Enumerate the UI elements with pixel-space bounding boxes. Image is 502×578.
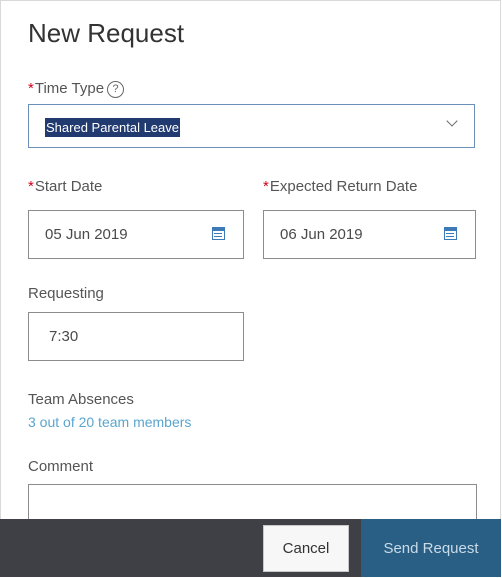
start-date-value: 05 Jun 2019 xyxy=(45,226,128,243)
chevron-down-icon xyxy=(446,115,458,127)
return-date-field[interactable]: 06 Jun 2019 xyxy=(263,210,476,259)
return-date-label: *Expected Return Date xyxy=(263,178,417,195)
start-date-field[interactable]: 05 Jun 2019 xyxy=(28,210,244,259)
time-type-dropdown[interactable]: Shared Parental Leave xyxy=(28,104,475,148)
team-absences-link[interactable]: 3 out of 20 team members xyxy=(28,414,191,430)
time-type-label-text: Time Type xyxy=(34,80,105,97)
send-request-button[interactable]: Send Request xyxy=(361,519,501,577)
start-date-label-text: Start Date xyxy=(34,178,103,195)
required-marker: * xyxy=(28,80,34,97)
requesting-field[interactable]: 7:30 xyxy=(28,312,244,361)
dialog-title: New Request xyxy=(28,18,185,48)
required-marker: * xyxy=(263,178,269,195)
return-date-value: 06 Jun 2019 xyxy=(280,226,363,243)
comment-label: Comment xyxy=(28,458,94,475)
cancel-button[interactable]: Cancel xyxy=(263,525,349,572)
time-type-selected-value: Shared Parental Leave xyxy=(45,118,180,137)
time-type-label: *Time Type? xyxy=(28,80,125,98)
required-marker: * xyxy=(28,178,34,195)
return-date-label-text: Expected Return Date xyxy=(269,178,418,195)
calendar-icon[interactable] xyxy=(212,227,225,240)
team-absences-label: Team Absences xyxy=(28,391,134,408)
start-date-label: *Start Date xyxy=(28,178,102,195)
help-circle-icon[interactable]: ? xyxy=(107,81,125,98)
calendar-icon[interactable] xyxy=(444,227,457,240)
requesting-value: 7:30 xyxy=(49,328,79,345)
requesting-label: Requesting xyxy=(28,285,104,302)
